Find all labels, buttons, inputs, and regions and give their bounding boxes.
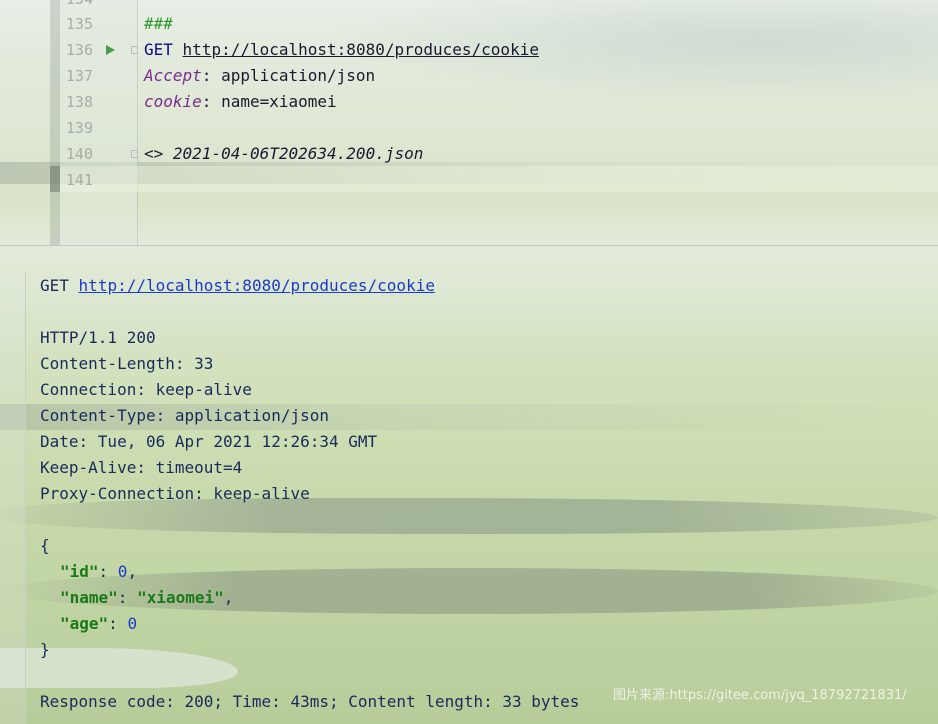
json-field: "age": 0 (60, 611, 137, 637)
response-header: Proxy-Connection: keep-alive (40, 484, 310, 503)
response-header: Connection: keep-alive (40, 380, 252, 399)
response-request-url-link[interactable]: http://localhost:8080/produces/cookie (79, 276, 435, 295)
editor-line[interactable]: 135 ### (0, 11, 938, 37)
request-separator-comment: ### (144, 14, 173, 33)
image-source-watermark: 图片来源:https://gitee.com/jyq_18792721831/ (613, 688, 907, 703)
line-number: 139 (65, 119, 93, 137)
json-close-brace: } (40, 640, 50, 659)
line-number: 138 (65, 93, 93, 111)
editor-line[interactable]: 139 (0, 115, 938, 141)
request-line: GET http://localhost:8080/produces/cooki… (144, 37, 539, 63)
response-header: Date: Tue, 06 Apr 2021 12:26:34 GMT (40, 432, 378, 451)
editor-line[interactable]: 138 cookie: name=xiaomei (0, 89, 938, 115)
request-header: Accept: application/json (144, 63, 375, 89)
editor-line[interactable]: 140 <> 2021-04-06T202634.200.json (0, 141, 938, 167)
json-open-brace: { (40, 536, 50, 555)
response-request-line: GET http://localhost:8080/produces/cooki… (40, 273, 435, 299)
json-trail: , (223, 588, 234, 607)
json-value: "xiaomei" (137, 588, 224, 607)
editor-line[interactable]: 141 (0, 167, 938, 193)
response-file-link[interactable]: 2021-04-06T202634.200.json (173, 144, 423, 163)
header-value: : name=xiaomei (201, 92, 337, 111)
header-value: : application/json (201, 66, 376, 85)
http-method: GET (144, 40, 173, 59)
response-ref-prefix: <> (144, 144, 173, 163)
run-request-icon[interactable] (106, 45, 115, 55)
json-sep: : (108, 614, 128, 633)
json-key: "id" (60, 562, 99, 581)
response-header: Content-Type: application/json (40, 406, 329, 425)
json-key: "age" (60, 614, 109, 633)
header-name: Accept (144, 66, 202, 85)
json-sep: : (98, 562, 118, 581)
status-line: HTTP/1.1 200 (40, 328, 156, 347)
line-number: 135 (65, 15, 93, 33)
response-gutter (0, 272, 26, 724)
json-value: 0 (117, 562, 128, 581)
response-header: Keep-Alive: timeout=4 (40, 458, 243, 477)
editor-line[interactable]: 137 Accept: application/json (0, 63, 938, 89)
json-field: "id": 0, (60, 559, 137, 585)
editor-line[interactable]: 136 GET http://localhost:8080/produces/c… (0, 37, 938, 63)
json-field: "name": "xiaomei", (60, 585, 233, 611)
line-number: 136 (65, 41, 93, 59)
line-number: 140 (65, 145, 93, 163)
response-panel-header (0, 246, 938, 272)
line-number: 137 (65, 67, 93, 85)
request-header: cookie: name=xiaomei (144, 89, 337, 115)
json-value: 0 (127, 614, 138, 633)
fold-marker-icon[interactable] (131, 46, 138, 54)
json-trail: , (127, 562, 138, 581)
response-method: GET (40, 276, 69, 295)
line-number: 141 (65, 171, 93, 189)
response-summary: Response code: 200; Time: 43ms; Content … (40, 692, 580, 711)
request-url-link[interactable]: http://localhost:8080/produces/cookie (183, 40, 539, 59)
fold-marker-icon[interactable] (131, 150, 138, 158)
json-sep: : (117, 588, 138, 607)
response-file-reference: <> 2021-04-06T202634.200.json (144, 141, 423, 167)
response-header: Content-Length: 33 (40, 354, 214, 373)
json-key: "name" (60, 588, 118, 607)
http-request-editor[interactable]: 134 135 ### 136 GET http://localhost:808… (0, 0, 938, 246)
response-panel[interactable]: GET http://localhost:8080/produces/cooki… (0, 272, 938, 724)
header-name: cookie (144, 92, 202, 111)
